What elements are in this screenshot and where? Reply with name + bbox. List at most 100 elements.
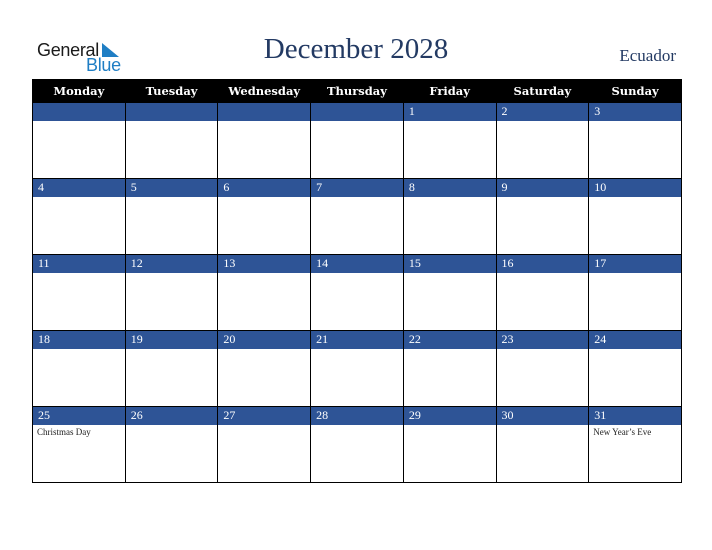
holiday-label [126, 349, 218, 351]
holiday-label [126, 425, 218, 427]
holiday-label [126, 197, 218, 199]
day-cell[interactable]: 30 [495, 406, 590, 483]
day-cell[interactable]: 21 [310, 330, 404, 407]
day-cell[interactable]: 4 [32, 178, 126, 255]
weekday-header-tuesday: Tuesday [124, 79, 219, 103]
holiday-label [311, 349, 403, 351]
day-cell[interactable]: 29 [402, 406, 497, 483]
weekday-header-monday: Monday [32, 79, 126, 103]
day-number: 3 [589, 103, 681, 121]
holiday-label [33, 121, 125, 123]
day-number: 24 [589, 331, 681, 349]
holiday-label [33, 273, 125, 275]
weekday-header-saturday: Saturday [495, 79, 590, 103]
day-cell[interactable]: 10 [588, 178, 682, 255]
day-cell[interactable]: 11 [32, 254, 126, 331]
day-cell[interactable]: 1 [402, 102, 497, 179]
day-cell[interactable]: 12 [124, 254, 219, 331]
day-number: 19 [125, 331, 218, 349]
holiday-label [311, 121, 403, 123]
day-cell[interactable]: 26 [124, 406, 219, 483]
country-label: Ecuador [619, 46, 676, 65]
holiday-label [497, 349, 589, 351]
day-number: 22 [403, 331, 496, 349]
day-number: 8 [403, 179, 496, 197]
day-cell[interactable]: 6 [217, 178, 312, 255]
holiday-label [497, 197, 589, 199]
holiday-label [218, 425, 310, 427]
holiday-label [311, 425, 403, 427]
day-cell[interactable] [124, 102, 219, 179]
holiday-label [218, 121, 310, 123]
day-cell[interactable]: 7 [310, 178, 404, 255]
day-cell[interactable]: 16 [495, 254, 590, 331]
day-number: 30 [496, 407, 589, 425]
day-number: 7 [311, 179, 403, 197]
day-number: 11 [33, 255, 125, 273]
day-cell[interactable]: 17 [588, 254, 682, 331]
day-number: 26 [125, 407, 218, 425]
holiday-label [126, 121, 218, 123]
holiday-label [126, 273, 218, 275]
day-cell[interactable] [310, 102, 404, 179]
weekday-header-row: Monday Tuesday Wednesday Thursday Friday Satu… [32, 79, 682, 103]
day-number: 2 [496, 103, 589, 121]
holiday-label [497, 273, 589, 275]
calendar-grid: Monday Tuesday Wednesday Thursday Friday Satu… [32, 79, 682, 483]
day-cell[interactable]: 19 [124, 330, 219, 407]
day-cell[interactable]: 18 [32, 330, 126, 407]
day-number [33, 103, 125, 121]
day-cell[interactable] [32, 102, 126, 179]
day-cell[interactable]: 20 [217, 330, 312, 407]
day-cell[interactable]: 15 [402, 254, 497, 331]
holiday-label [311, 273, 403, 275]
day-cell[interactable]: 13 [217, 254, 312, 331]
holiday-label: Christmas Day [37, 427, 91, 437]
day-cell[interactable]: 5 [124, 178, 219, 255]
day-cell[interactable]: 23 [495, 330, 590, 407]
day-cell[interactable] [217, 102, 312, 179]
day-number: 28 [311, 407, 403, 425]
weekday-header-friday: Friday [402, 79, 497, 103]
week-row: 25 Christmas Day 26 27 28 29 30 31 New Year’s Ev… [32, 406, 682, 483]
day-cell[interactable]: 8 [402, 178, 497, 255]
week-row: 18 19 20 21 22 23 24 [32, 330, 682, 407]
holiday-label [589, 273, 681, 275]
calendar-title: December 2028 [263, 33, 449, 65]
day-cell[interactable]: 2 [495, 102, 590, 179]
day-number: 20 [218, 331, 311, 349]
holiday-label [404, 425, 496, 427]
day-cell[interactable]: 25 Christmas Day [32, 406, 126, 483]
day-cell[interactable]: 31 New Year’s Eve [588, 406, 682, 483]
day-number: 14 [311, 255, 403, 273]
holiday-label [33, 349, 125, 351]
holiday-label [404, 273, 496, 275]
day-cell[interactable]: 9 [495, 178, 590, 255]
holiday-label [218, 197, 310, 199]
holiday-label [404, 121, 496, 123]
day-number: 16 [496, 255, 589, 273]
day-cell[interactable]: 27 [217, 406, 312, 483]
week-row: 123 [32, 102, 682, 179]
day-number: 29 [403, 407, 496, 425]
day-number: 18 [33, 331, 125, 349]
day-number: 13 [218, 255, 311, 273]
day-number: 6 [218, 179, 311, 197]
holiday-label [404, 197, 496, 199]
day-cell[interactable]: 22 [402, 330, 497, 407]
holiday-label: New Year’s Eve [593, 427, 652, 437]
day-number: 9 [496, 179, 589, 197]
day-number: 10 [589, 179, 681, 197]
day-cell[interactable]: 24 [588, 330, 682, 407]
day-number: 23 [496, 331, 589, 349]
day-number: 27 [218, 407, 311, 425]
holiday-label [589, 197, 681, 199]
day-cell[interactable]: 3 [588, 102, 682, 179]
week-row: 11 12 13 14 15 16 17 [32, 254, 682, 331]
day-number: 21 [311, 331, 403, 349]
day-number [125, 103, 218, 121]
day-number [311, 103, 403, 121]
day-number: 25 [33, 407, 125, 425]
day-cell[interactable]: 28 [310, 406, 404, 483]
day-cell[interactable]: 14 [310, 254, 404, 331]
